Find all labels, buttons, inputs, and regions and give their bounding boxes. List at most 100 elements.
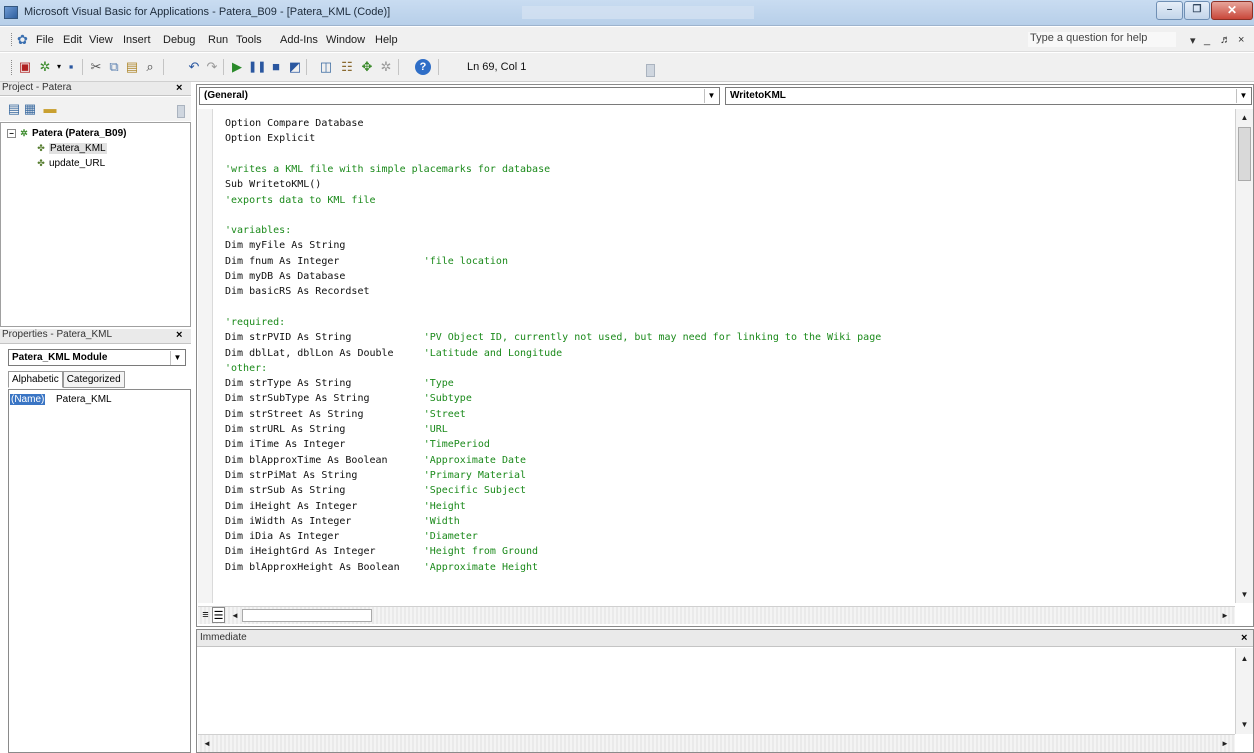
property-row-name[interactable]: (Name) Patera_KML	[9, 394, 190, 408]
code-line[interactable]: Option Explicit	[225, 131, 315, 146]
code-line[interactable]: Dim iDia As Integer 'Diameter	[225, 529, 478, 544]
tab-categorized[interactable]: Categorized	[62, 371, 125, 388]
menu-window[interactable]: Window	[326, 34, 365, 46]
view-object-icon[interactable]: ▦	[22, 101, 38, 117]
menu-add-ins[interactable]: Add-Ins	[280, 34, 318, 46]
code-line[interactable]: Dim blApproxTime As Boolean 'Approximate…	[225, 453, 526, 468]
close-button[interactable]: ✕	[1211, 1, 1253, 20]
properties-pane-close-button[interactable]: ×	[176, 329, 182, 341]
scroll-up-icon[interactable]: ▲	[1236, 652, 1253, 666]
code-line[interactable]: 'required:	[225, 315, 285, 330]
scroll-right-icon[interactable]: ►	[1218, 737, 1232, 751]
code-line[interactable]: Dim strURL As String 'URL	[225, 422, 448, 437]
dropdown-arrow-icon[interactable]: ▼	[704, 89, 718, 103]
project-explorer-icon[interactable]: ◫	[318, 59, 334, 75]
code-line[interactable]: Dim iWidth As Integer 'Width	[225, 514, 460, 529]
code-line[interactable]: Dim strSub As String 'Specific Subject	[225, 483, 526, 498]
immediate-close-button[interactable]: ×	[1241, 632, 1247, 644]
object-combo[interactable]: (General) ▼	[199, 87, 720, 105]
scroll-left-icon[interactable]: ◄	[200, 737, 214, 751]
paste-icon[interactable]: ▤	[124, 59, 140, 75]
immediate-text-area[interactable]	[197, 648, 1235, 734]
code-line[interactable]: Dim basicRS As Recordset	[225, 284, 370, 299]
maximize-button[interactable]: ❐	[1184, 1, 1210, 20]
dropdown-arrow-icon[interactable]: ▼	[170, 351, 184, 365]
menu-file[interactable]: File	[36, 34, 54, 46]
code-line[interactable]: 'variables:	[225, 223, 291, 238]
copy-icon[interactable]: ⧉	[106, 59, 122, 75]
vba-app-icon[interactable]	[4, 6, 18, 19]
toolbar-overflow[interactable]	[646, 64, 655, 77]
menu-tools[interactable]: Tools	[236, 34, 262, 46]
code-line[interactable]: Sub WritetoKML()	[225, 177, 321, 192]
scroll-down-icon[interactable]: ▼	[1236, 588, 1253, 602]
properties-object-combo[interactable]: Patera_KML Module ▼	[8, 349, 186, 366]
reset-icon[interactable]: ■	[268, 59, 284, 75]
help-search-input[interactable]: Type a question for help	[1028, 32, 1176, 47]
menu-insert[interactable]: Insert	[123, 34, 151, 46]
break-icon[interactable]: ❚❚	[248, 59, 266, 75]
code-line[interactable]: Dim strPVID As String 'PV Object ID, cur…	[225, 330, 881, 345]
code-margin-indicator-bar[interactable]	[198, 109, 213, 603]
property-value[interactable]: Patera_KML	[56, 394, 112, 405]
code-line[interactable]: Dim myDB As Database	[225, 269, 345, 284]
code-line[interactable]: Dim iTime As Integer 'TimePeriod	[225, 437, 490, 452]
code-line[interactable]: Dim strPiMat As String 'Primary Material	[225, 468, 526, 483]
scroll-right-icon[interactable]: ►	[1218, 609, 1232, 623]
code-editor[interactable]: Option Compare Database Option Explicit 'w…	[213, 109, 1235, 603]
view-access-icon[interactable]: ▣	[17, 59, 33, 75]
design-mode-icon[interactable]: ◩	[287, 59, 303, 75]
mdi-restore-button[interactable]: ♬	[1220, 34, 1231, 46]
tree-project-root[interactable]: − ✲ Patera (Patera_B09)	[7, 128, 127, 139]
code-line[interactable]: Dim blApproxHeight As Boolean 'Approxima…	[225, 560, 538, 575]
immediate-horizontal-scrollbar[interactable]: ◄ ►	[198, 734, 1235, 752]
immediate-vertical-scrollbar[interactable]: ▲ ▼	[1235, 648, 1253, 734]
help-dropdown-icon[interactable]: ▾	[1190, 34, 1196, 47]
scroll-left-icon[interactable]: ◄	[228, 609, 242, 623]
menu-view[interactable]: View	[89, 34, 113, 46]
save-icon[interactable]: ▪	[63, 59, 79, 75]
view-code-icon[interactable]: ▤	[6, 101, 22, 117]
mdi-minimize-button[interactable]: _	[1204, 34, 1210, 46]
hscroll-thumb[interactable]	[242, 609, 372, 622]
collapse-icon[interactable]: −	[7, 128, 16, 138]
procedure-view-icon[interactable]: ≡	[199, 607, 212, 623]
code-line[interactable]: 'exports data to KML file	[225, 193, 376, 208]
code-horizontal-scrollbar[interactable]: ≡ ☰ ◄ ►	[198, 606, 1235, 624]
object-browser-icon[interactable]: ✥	[359, 59, 375, 75]
scroll-thumb[interactable]	[1238, 127, 1251, 181]
run-icon[interactable]: ▶	[229, 59, 245, 75]
code-line[interactable]: Dim iHeightGrd As Integer 'Height from G…	[225, 544, 538, 559]
code-line[interactable]: Dim strStreet As String 'Street	[225, 407, 466, 422]
code-vertical-scrollbar[interactable]: ▲ ▼	[1235, 109, 1253, 603]
vba-menu-icon[interactable]: ✿	[17, 32, 28, 48]
toggle-folders-icon[interactable]: ▬	[42, 101, 58, 117]
dropdown-arrow-icon[interactable]: ▼	[1236, 89, 1250, 103]
undo-icon[interactable]: ↶	[186, 59, 202, 75]
pane-toolbar-overflow[interactable]	[177, 105, 185, 118]
menu-grip[interactable]	[11, 33, 14, 46]
code-line[interactable]: Dim iHeight As Integer 'Height	[225, 499, 466, 514]
cut-icon[interactable]: ✂	[88, 59, 104, 75]
code-line[interactable]: Option Compare Database	[225, 116, 363, 131]
menu-debug[interactable]: Debug	[163, 34, 195, 46]
scroll-down-icon[interactable]: ▼	[1236, 718, 1253, 732]
properties-window-icon[interactable]: ☷	[339, 59, 355, 75]
code-line[interactable]: Dim dblLat, dblLon As Double 'Latitude a…	[225, 346, 562, 361]
code-line[interactable]: Dim fnum As Integer 'file location	[225, 254, 508, 269]
tree-module-patera-kml[interactable]: ✤ Patera_KML	[35, 143, 107, 154]
full-module-view-icon[interactable]: ☰	[212, 607, 225, 623]
toolbar-grip[interactable]	[11, 60, 14, 75]
code-line[interactable]: 'other:	[225, 361, 267, 376]
find-icon[interactable]: ⌕	[142, 59, 158, 75]
procedure-combo[interactable]: WritetoKML ▼	[725, 87, 1252, 105]
code-line[interactable]: Dim myFile As String	[225, 238, 345, 253]
scroll-up-icon[interactable]: ▲	[1236, 111, 1253, 125]
minimize-button[interactable]: –	[1156, 1, 1183, 20]
tab-alphabetic[interactable]: Alphabetic	[8, 371, 63, 388]
mdi-close-button[interactable]: ×	[1238, 34, 1244, 46]
menu-run[interactable]: Run	[208, 34, 228, 46]
tree-module-update-url[interactable]: ✤ update_URL	[35, 158, 105, 169]
help-icon[interactable]: ?	[415, 59, 431, 75]
code-line[interactable]: Dim strSubType As String 'Subtype	[225, 391, 472, 406]
